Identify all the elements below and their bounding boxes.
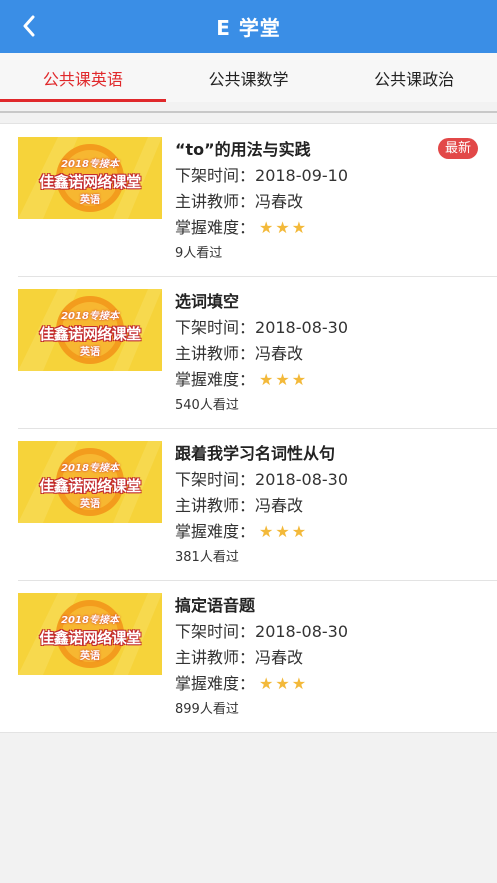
difficulty: 掌握难度： ★★★ — [175, 218, 309, 237]
chevron-left-icon — [23, 15, 35, 37]
course-item[interactable]: 2018专接本 佳鑫诺网络课堂 英语 选词填空 下架时间：2018-08-30 … — [0, 276, 497, 428]
course-thumbnail: 2018专接本 佳鑫诺网络课堂 英语 — [18, 289, 162, 371]
back-button[interactable] — [14, 10, 44, 42]
tab-public-english[interactable]: 公共课英语 — [0, 53, 166, 102]
course-thumbnail: 2018专接本 佳鑫诺网络课堂 英语 — [18, 593, 162, 675]
tab-bar: 公共课英语 公共课数学 公共课政治 — [0, 53, 497, 102]
new-badge: 最新 — [437, 138, 478, 159]
course-thumbnail: 2018专接本 佳鑫诺网络课堂 英语 — [18, 137, 162, 219]
star-rating: ★★★ — [259, 218, 309, 237]
course-item[interactable]: 2018专接本 佳鑫诺网络课堂 英语 跟着我学习名词性从句 下架时间：2018-… — [0, 428, 497, 580]
star-rating: ★★★ — [259, 674, 309, 693]
difficulty: 掌握难度： ★★★ — [175, 522, 309, 541]
teacher: 主讲教师：冯春改 — [175, 192, 304, 211]
view-count: 540人看过 — [175, 398, 239, 413]
course-item[interactable]: 2018专接本 佳鑫诺网络课堂 英语 搞定语音题 下架时间：2018-08-30… — [0, 580, 497, 732]
view-count: 381人看过 — [175, 550, 239, 565]
course-thumbnail: 2018专接本 佳鑫诺网络课堂 英语 — [18, 441, 162, 523]
tab-public-math[interactable]: 公共课数学 — [166, 53, 332, 102]
view-count: 9人看过 — [175, 246, 223, 261]
page-title: E 学堂 — [216, 16, 281, 40]
star-rating: ★★★ — [259, 522, 309, 541]
offline-time: 下架时间：2018-09-10 — [175, 166, 348, 185]
view-count: 899人看过 — [175, 702, 239, 717]
nav-bar: E 学堂 — [0, 0, 497, 53]
difficulty: 掌握难度： ★★★ — [175, 674, 309, 693]
offline-time: 下架时间：2018-08-30 — [175, 622, 348, 641]
course-title: 搞定语音题 — [175, 596, 256, 615]
difficulty: 掌握难度： ★★★ — [175, 370, 309, 389]
course-title: 选词填空 — [175, 292, 240, 311]
course-list: 2018专接本 佳鑫诺网络课堂 英语 “to”的用法与实践 下架时间：2018-… — [0, 123, 497, 733]
star-rating: ★★★ — [259, 370, 309, 389]
offline-time: 下架时间：2018-08-30 — [175, 470, 348, 489]
course-title: 跟着我学习名词性从句 — [175, 444, 336, 463]
tab-public-politics[interactable]: 公共课政治 — [331, 53, 497, 102]
teacher: 主讲教师：冯春改 — [175, 648, 304, 667]
tab-divider — [0, 111, 497, 113]
teacher: 主讲教师：冯春改 — [175, 496, 304, 515]
course-title: “to”的用法与实践 — [175, 140, 311, 159]
teacher: 主讲教师：冯春改 — [175, 344, 304, 363]
offline-time: 下架时间：2018-08-30 — [175, 318, 348, 337]
course-item[interactable]: 2018专接本 佳鑫诺网络课堂 英语 “to”的用法与实践 下架时间：2018-… — [0, 124, 497, 276]
